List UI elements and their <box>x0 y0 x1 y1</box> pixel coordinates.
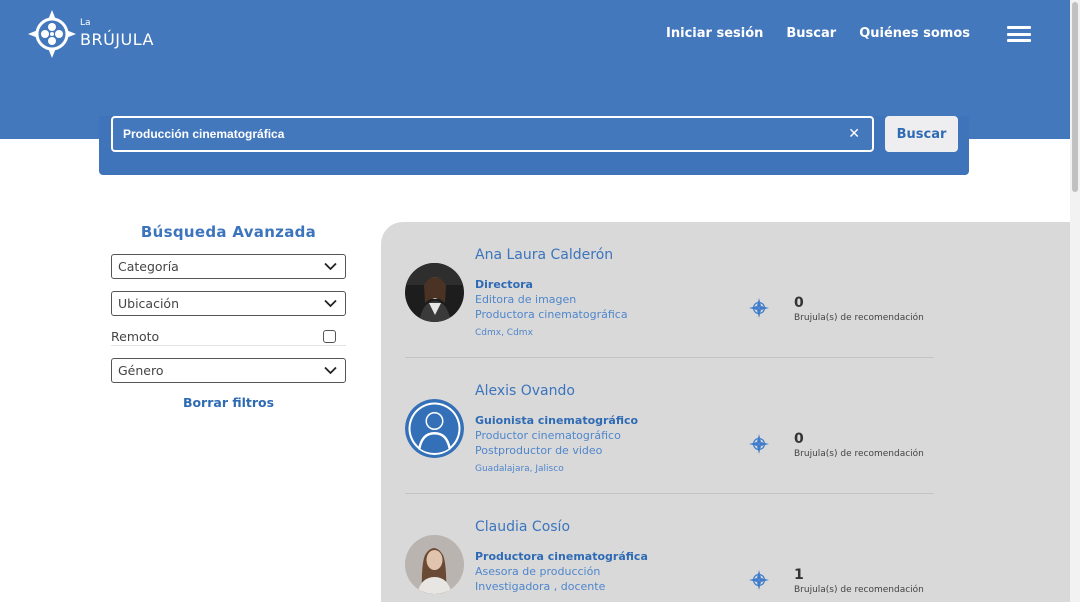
result-card[interactable]: Alexis Ovando Guionista cinematográfico … <box>405 358 934 494</box>
logo-prefix: La <box>80 18 91 28</box>
category-select-label: Categoría <box>118 259 179 274</box>
result-role: Productor cinematográfico <box>475 429 621 442</box>
chevron-down-icon <box>324 299 337 308</box>
result-role: Asesora de producción <box>475 565 601 578</box>
location-select[interactable]: Ubicación <box>111 291 346 316</box>
chevron-down-icon <box>324 366 337 375</box>
result-role-primary: Guionista cinematográfico <box>475 414 639 427</box>
gender-select[interactable]: Género <box>111 358 346 383</box>
remote-label: Remoto <box>111 329 160 344</box>
recommendation-label: Brujula(s) de recomendación <box>794 313 924 323</box>
recommendation-label: Brujula(s) de recomendación <box>794 449 924 459</box>
compass-icon <box>749 298 769 318</box>
brand-logo[interactable]: La BRÚJULA <box>28 10 160 58</box>
avatar[interactable] <box>405 535 464 594</box>
recommendation-count: 0 <box>794 295 804 311</box>
nav-about-link[interactable]: Quiénes somos <box>859 26 970 41</box>
result-card[interactable]: Ana Laura Calderón Directora Editora de … <box>405 222 934 358</box>
location-select-label: Ubicación <box>118 296 180 311</box>
hamburger-icon[interactable] <box>1007 26 1031 42</box>
recommendation-label: Brujula(s) de recomendación <box>794 585 924 595</box>
advanced-search-title: Búsqueda Avanzada <box>140 223 317 241</box>
result-location: Cdmx, Cdmx <box>475 328 533 338</box>
logo-name: BRÚJULA <box>80 30 154 49</box>
search-button[interactable]: Buscar <box>885 116 958 152</box>
result-role-primary: Productora cinematográfica <box>475 550 648 563</box>
category-select[interactable]: Categoría <box>111 254 346 279</box>
main-nav: Iniciar sesión Buscar Quiénes somos <box>666 26 970 41</box>
recommendation-count: 1 <box>794 567 804 583</box>
remote-checkbox[interactable] <box>323 330 336 343</box>
search-input[interactable]: Producción cinematográfica ✕ <box>111 116 874 152</box>
compass-icon <box>749 434 769 454</box>
result-role: Productora cinematográfica <box>475 308 628 321</box>
result-role-primary: Directora <box>475 278 533 291</box>
result-name[interactable]: Alexis Ovando <box>475 383 575 399</box>
result-location: Guadalajara, Jalisco <box>475 464 564 474</box>
gender-select-label: Género <box>118 363 164 378</box>
avatar[interactable] <box>405 263 464 322</box>
chevron-down-icon <box>324 262 337 271</box>
default-user-icon[interactable] <box>405 399 464 458</box>
compass-film-reel-icon <box>28 10 76 58</box>
result-role: Postproductor de video <box>475 444 603 457</box>
results-panel: Ana Laura Calderón Directora Editora de … <box>381 222 1070 602</box>
close-icon[interactable]: ✕ <box>848 126 860 142</box>
search-input-value: Producción cinematográfica <box>123 127 285 141</box>
recommendation-count: 0 <box>794 431 804 447</box>
nav-login-link[interactable]: Iniciar sesión <box>666 26 763 41</box>
result-name[interactable]: Claudia Cosío <box>475 519 570 535</box>
result-role: Investigadora , docente <box>475 580 606 593</box>
scrollbar-thumb[interactable] <box>1072 2 1078 192</box>
result-name[interactable]: Ana Laura Calderón <box>475 247 613 263</box>
compass-icon <box>749 570 769 590</box>
remote-filter: Remoto <box>111 326 346 346</box>
result-role: Editora de imagen <box>475 293 577 306</box>
result-card[interactable]: Claudia Cosío Productora cinematográfica… <box>405 494 934 602</box>
clear-filters-link[interactable]: Borrar filtros <box>111 395 346 410</box>
nav-search-link[interactable]: Buscar <box>786 26 836 41</box>
page-scrollbar[interactable] <box>1070 0 1080 602</box>
